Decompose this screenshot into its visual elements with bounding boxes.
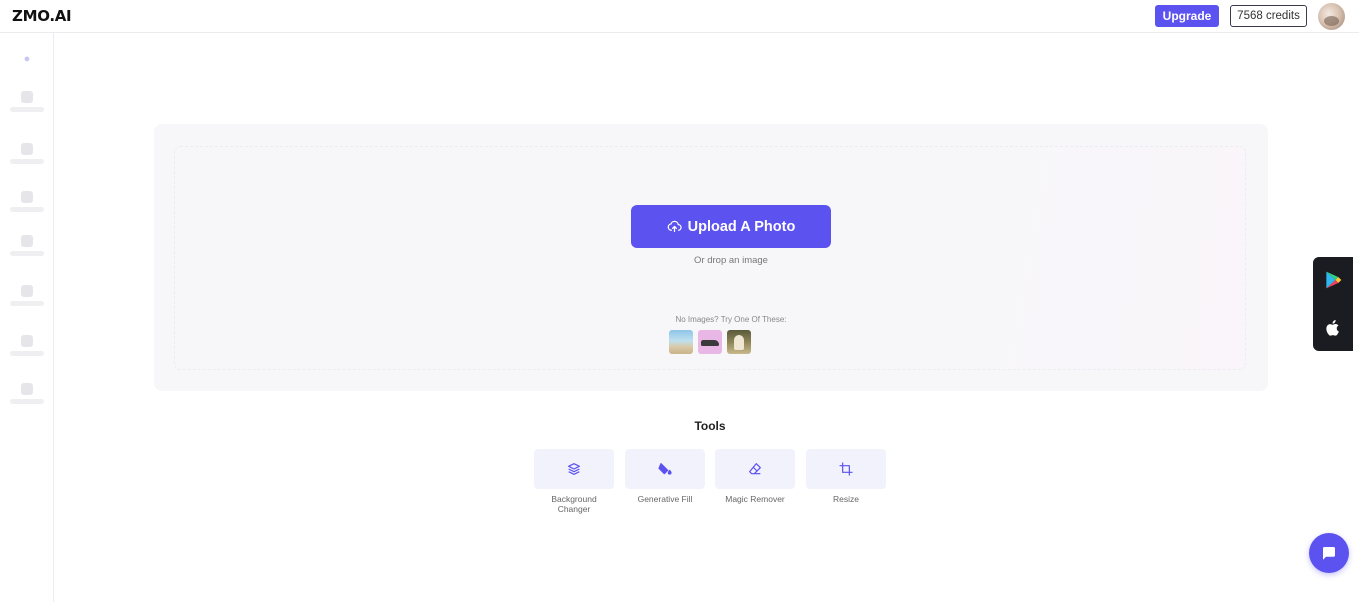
tool-label: Magic Remover xyxy=(725,494,785,504)
sidebar-person-icon[interactable]: ● xyxy=(21,53,33,65)
sidebar-item-label xyxy=(10,351,44,356)
chat-icon xyxy=(1323,547,1335,560)
sidebar: ● xyxy=(0,33,54,602)
sample-hint: No Images? Try One Of These: xyxy=(675,315,787,324)
google-play-icon[interactable] xyxy=(1323,269,1343,291)
upload-photo-button[interactable]: Upload A Photo xyxy=(631,205,831,248)
upgrade-button[interactable]: Upgrade xyxy=(1155,5,1219,27)
drop-zone[interactable]: Upload A Photo Or drop an image No Image… xyxy=(174,146,1246,370)
sidebar-item-7[interactable] xyxy=(0,383,54,404)
sidebar-item-icon xyxy=(21,143,33,155)
tool-label: Resize xyxy=(833,494,859,504)
drop-hint: Or drop an image xyxy=(694,255,768,266)
sidebar-item-1[interactable] xyxy=(0,91,54,112)
tool-label: Background Changer xyxy=(551,494,597,514)
sidebar-item-3[interactable] xyxy=(0,191,54,212)
sample-image-shoe[interactable] xyxy=(698,330,722,354)
upload-photo-label: Upload A Photo xyxy=(687,218,796,235)
eraser-icon xyxy=(749,463,761,475)
user-avatar[interactable] xyxy=(1318,3,1345,30)
sidebar-item-4[interactable] xyxy=(0,235,54,256)
tool-magic-remover[interactable]: Magic Remover xyxy=(715,449,795,504)
sample-images xyxy=(669,330,753,354)
credits-badge[interactable]: 7568 credits xyxy=(1230,5,1307,27)
tool-resize[interactable]: Resize xyxy=(806,449,886,504)
tool-background-changer-box[interactable] xyxy=(534,449,614,489)
layers-icon xyxy=(568,463,580,475)
sidebar-item-6[interactable] xyxy=(0,335,54,356)
chat-button[interactable] xyxy=(1309,533,1349,573)
tool-resize-box[interactable] xyxy=(806,449,886,489)
tool-generative-fill-box[interactable] xyxy=(625,449,705,489)
app-store-panel xyxy=(1313,257,1353,351)
sidebar-item-icon xyxy=(21,285,33,297)
sidebar-item-5[interactable] xyxy=(0,285,54,306)
sidebar-item-label xyxy=(10,107,44,112)
sidebar-item-2[interactable] xyxy=(0,143,54,164)
sidebar-item-icon xyxy=(21,91,33,103)
crop-icon xyxy=(839,462,853,476)
zmo-logo[interactable]: ZMO.AI xyxy=(12,7,72,25)
tool-background-changer[interactable]: Background Changer xyxy=(534,449,614,514)
sample-image-portrait[interactable] xyxy=(727,330,751,354)
top-header: ZMO.AI Upgrade 7568 credits xyxy=(0,0,1359,33)
tool-generative-fill[interactable]: Generative Fill xyxy=(625,449,705,504)
sidebar-item-label xyxy=(10,251,44,256)
tool-label: Generative Fill xyxy=(637,494,693,504)
tools-heading: Tools xyxy=(694,419,726,433)
sidebar-item-icon xyxy=(21,235,33,247)
sidebar-item-label xyxy=(10,399,44,404)
apple-icon[interactable] xyxy=(1323,317,1343,339)
sidebar-item-label xyxy=(10,159,44,164)
sidebar-item-icon xyxy=(21,383,33,395)
tool-magic-remover-box[interactable] xyxy=(715,449,795,489)
sample-image-beach[interactable] xyxy=(669,330,693,354)
cloud-upload-icon xyxy=(667,220,682,233)
sidebar-item-label xyxy=(10,301,44,306)
sidebar-item-label xyxy=(10,207,44,212)
sidebar-item-icon xyxy=(21,191,33,203)
sidebar-item-icon xyxy=(21,335,33,347)
upload-panel: Upload A Photo Or drop an image No Image… xyxy=(154,124,1268,391)
paint-bucket-icon xyxy=(658,463,672,475)
